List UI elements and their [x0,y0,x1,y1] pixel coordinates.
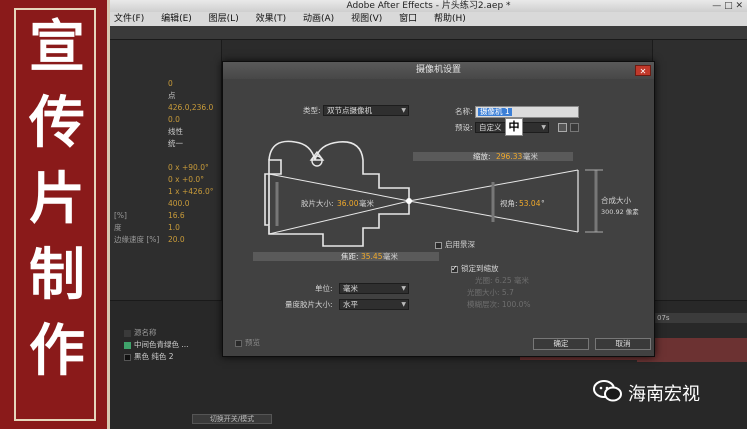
banner-char-3: 片 [29,167,85,232]
camera-reel-hole [311,155,323,167]
view-angle-label: 视角: [500,199,518,208]
menu-help[interactable]: 帮助(H) [434,14,466,24]
units-select[interactable]: 毫米 ▼ [339,283,409,294]
right-panels [652,40,747,300]
camera-body-outline [268,140,410,247]
menu-animation[interactable]: 动画(A) [303,14,334,24]
menu-bar: 文件(F) 编辑(E) 图层(L) 效果(T) 动画(A) 视图(V) 窗口 帮… [110,12,747,26]
name-selection: 摄像机 1 [478,107,512,116]
property-row[interactable]: 426.0,236.0 [110,102,222,113]
focal-length-value[interactable]: 35.45 [361,252,382,262]
menu-file[interactable]: 文件(F) [114,14,144,24]
dialog-title: 摄像机设置 [223,62,654,79]
zoom-dimension-bar [413,152,573,161]
preview-checkbox[interactable] [235,340,242,347]
view-angle-unit: ° [541,199,545,208]
camera-body-left [264,159,282,226]
wechat-icon [593,380,622,402]
enable-dof-label: 启用景深 [445,240,475,249]
property-row[interactable]: 0 x +90.0° [110,162,222,173]
zoom-unit: 毫米 [523,152,538,161]
window-controls[interactable]: — □ ✕ [712,0,743,12]
property-row[interactable]: 0.0 [110,114,222,125]
close-button[interactable]: ✕ [635,65,651,76]
lens-point [406,198,412,204]
menu-window[interactable]: 窗口 [399,14,417,24]
lock-to-zoom-label: 锁定到缩放 [461,264,499,273]
property-row[interactable]: 1 x +426.0° [110,186,222,197]
view-angle-value[interactable]: 53.04 [519,199,540,209]
label-swatch [124,329,131,337]
tool-bar [110,26,747,40]
film-size-unit: 毫米 [359,199,374,208]
window-titlebar: Adobe After Effects - 片头练习2.aep * — □ ✕ [110,0,747,12]
timeline-layer[interactable]: 黑色 纯色 2 [110,351,222,362]
lock-to-zoom-checkbox[interactable] [451,264,458,273]
label-swatch [124,341,131,349]
timeline-header: 源名称 [110,327,222,338]
preview-label: 预览 [245,338,260,347]
wechat-watermark: 海南宏视 [586,370,746,410]
property-row[interactable] [110,150,222,161]
comp-size-label: 合成大小 [601,196,631,205]
zoom-label: 缩放: [473,152,491,161]
film-measure-label: 量度胶片大小: [285,300,333,309]
promo-banner: 宣 传 片 制 作 [0,0,110,429]
watermark-text: 海南宏视 [628,384,700,405]
toggle-switches-modes-button[interactable]: 切换开关/模式 [192,414,272,424]
zoom-value[interactable]: 296.33 [496,152,522,162]
banner-char-2: 传 [29,91,85,156]
banner-char-5: 作 [29,319,85,384]
property-row[interactable]: 400.0 [110,198,222,209]
property-row[interactable]: 度 1.0 [110,222,222,233]
name-label: 名称: [455,107,473,116]
property-row[interactable]: [%] 16.6 [110,210,222,221]
chevron-down-icon: ▼ [401,107,406,114]
type-label: 类型: [303,106,321,115]
units-label: 单位: [315,284,333,293]
film-measure-select[interactable]: 水平 ▼ [339,299,409,310]
film-size-label: 胶片大小: [301,199,334,208]
property-row[interactable]: 边缘速度 [%] 20.0 [110,234,222,245]
menu-view[interactable]: 视图(V) [351,14,382,24]
focal-length-unit: 毫米 [383,252,398,261]
aperture-info: 光圈: 6.25 毫米 [475,276,529,285]
banner-char-4: 制 [29,243,85,308]
ok-button[interactable]: 确定 [533,338,589,350]
blur-level-info: 模糊层次: 100.0% [467,300,531,309]
window-title: Adobe After Effects - 片头练习2.aep * [346,1,511,11]
property-row[interactable]: 0 x +0.0° [110,174,222,185]
camera-name-input[interactable]: 摄像机 1 [475,106,579,118]
banner-frame: 宣 传 片 制 作 [14,8,96,421]
menu-edit[interactable]: 编辑(E) [161,14,192,24]
property-row[interactable]: 0 [110,78,222,89]
property-row[interactable]: 线性 [110,126,222,137]
camera-settings-dialog: 摄像机设置 ✕ 类型: 双节点摄像机 ▼ 名称: 摄像机 1 预设: 自定义 ▼ 中 [222,61,655,357]
property-row[interactable]: 点 [110,90,222,101]
comp-size-value: 300.92 像素 [601,208,639,216]
label-swatch [124,353,131,361]
camera-type-select[interactable]: 双节点摄像机 ▼ [323,105,409,116]
menu-effect[interactable]: 效果(T) [256,14,287,24]
focal-length-label: 焦距: [341,252,359,261]
enable-dof-checkbox[interactable] [435,242,442,249]
property-row[interactable]: 统一 [110,138,222,149]
chevron-down-icon: ▼ [401,285,406,292]
effect-controls-panel: 0 点 426.0,236.0 0.0 线性 统一 0 x +90.0° 0 x… [110,40,222,300]
banner-char-1: 宣 [29,15,85,80]
chevron-down-icon: ▼ [401,301,406,308]
menu-layer[interactable]: 图层(L) [209,14,239,24]
cancel-button[interactable]: 取消 [595,338,651,350]
timeline-layer[interactable]: 中间色青绿色 ... [110,339,222,350]
fstop-info: 光圈大小: 5.7 [467,288,514,297]
film-size-value[interactable]: 36.00 [337,199,358,209]
